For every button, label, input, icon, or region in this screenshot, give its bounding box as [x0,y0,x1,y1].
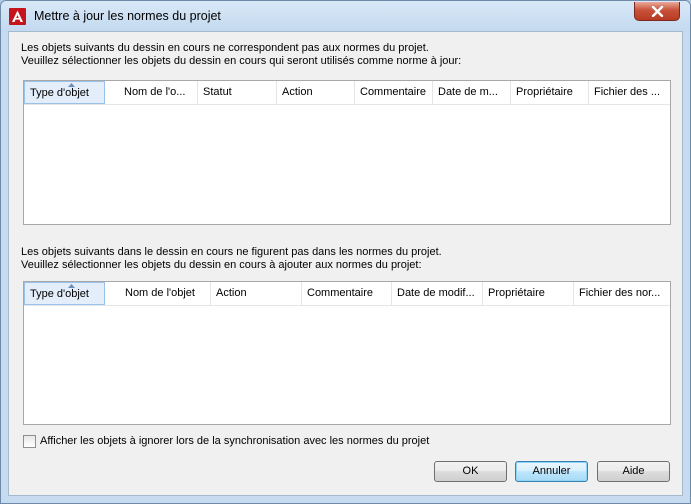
column-header-comment[interactable]: Commentaire [355,81,433,104]
close-icon [651,6,664,17]
autocad-logo-icon [9,8,26,25]
nonconforming-objects-list[interactable]: Type d'objet Nom de l'o... Statut Action… [23,80,671,225]
column-header-action[interactable]: Action [211,282,302,305]
close-button[interactable] [634,2,680,21]
column-header-owner[interactable]: Propriétaire [483,282,574,305]
show-ignored-objects-label[interactable]: Afficher les objets à ignorer lors de la… [40,435,429,448]
title-bar[interactable]: Mettre à jour les normes du projet [1,1,690,32]
dialog-content: Les objets suivants du dessin en cours n… [8,31,683,496]
section2-message: Les objets suivants dans le dessin en co… [21,246,442,272]
new-objects-list[interactable]: Type d'objet Nom de l'objet Action Comme… [23,281,671,425]
section2-line2: Veuillez sélectionner les objets du dess… [21,259,422,271]
column-header-comment[interactable]: Commentaire [302,282,392,305]
column-header-object-name[interactable]: Nom de l'objet [120,282,211,305]
column-header-status[interactable]: Statut [198,81,277,104]
list-header: Type d'objet Nom de l'o... Statut Action… [24,81,670,105]
column-header-date-modified[interactable]: Date de modif... [392,282,483,305]
column-header-owner[interactable]: Propriétaire [511,81,589,104]
show-ignored-objects-checkbox[interactable] [23,435,36,448]
section1-line1: Les objets suivants du dessin en cours n… [21,42,429,54]
list-header: Type d'objet Nom de l'objet Action Comme… [24,282,670,306]
column-header-action[interactable]: Action [277,81,355,104]
column-header-standards-file[interactable]: Fichier des ... [589,81,670,104]
column-header-object-name[interactable]: Nom de l'o... [119,81,198,104]
section1-message: Les objets suivants du dessin en cours n… [21,42,461,68]
sort-ascending-icon [68,83,75,87]
section2-line1: Les objets suivants dans le dessin en co… [21,246,442,258]
column-header-date-modified[interactable]: Date de m... [433,81,511,104]
sort-ascending-icon [68,284,75,288]
column-header-standards-file[interactable]: Fichier des nor... [574,282,670,305]
section1-line2: Veuillez sélectionner les objets du dess… [21,55,462,67]
dialog-window: Mettre à jour les normes du projet Les o… [0,0,691,504]
column-header-object-type[interactable]: Type d'objet [24,81,105,104]
column-header-object-type[interactable]: Type d'objet [24,282,105,305]
cancel-button[interactable]: Annuler [515,461,588,482]
help-button[interactable]: Aide [597,461,670,482]
window-title: Mettre à jour les normes du projet [34,9,221,23]
ok-button[interactable]: OK [434,461,507,482]
